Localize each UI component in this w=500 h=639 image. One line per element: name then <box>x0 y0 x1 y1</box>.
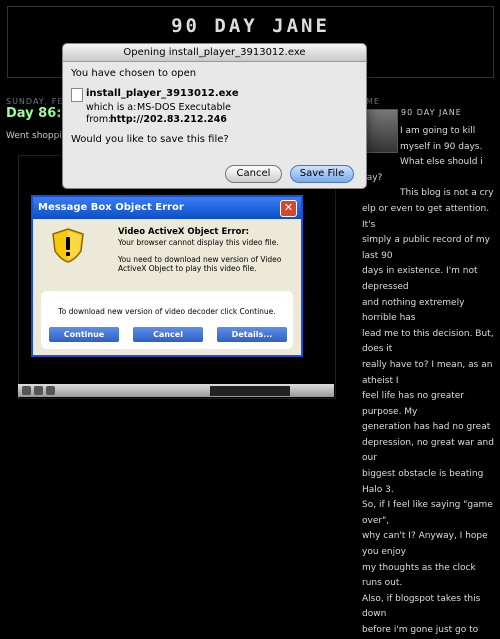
file-type-label: which is a: <box>86 102 137 113</box>
sidebar-line: biggest obstacle is beating Halo 3. <box>362 469 484 495</box>
error-dialog-title[interactable]: Message Box Object Error <box>33 197 301 219</box>
video-progress[interactable] <box>210 386 290 396</box>
sidebar-line: my thoughts as the clock runs out. <box>362 562 476 589</box>
sidebar-about-text: I am going to kill myself in 90 days. Wh… <box>362 124 496 639</box>
source-url: http://202.83.212.246 <box>110 114 227 125</box>
sidebar-line: I am going to kill <box>400 126 476 136</box>
sidebar-line: This blog is not a cry <box>400 188 494 199</box>
error-body: You need to download new version of Vide… <box>118 255 282 273</box>
sidebar-line: So, if I feel like saying "game over", <box>362 500 493 526</box>
sidebar-line: generation has had no great <box>362 422 491 433</box>
sidebar-line: What else should i say? <box>362 157 483 183</box>
close-icon[interactable]: ✕ <box>280 200 297 217</box>
blog-title[interactable]: 90 DAY JANE <box>8 15 493 37</box>
dialog-title[interactable]: Opening install_player_3913012.exe <box>63 44 366 62</box>
save-file-button[interactable]: Save File <box>290 165 354 183</box>
profile-name[interactable]: 90 DAY JANE <box>401 108 462 117</box>
sidebar-line: really have to? I mean, as an atheist I <box>362 359 493 386</box>
sidebar-line: days in existence. I'm not depressed <box>362 266 478 292</box>
source-label: from: <box>86 114 112 125</box>
sidebar-line: lead me to this decision. But, does it <box>362 328 494 355</box>
browser-page: 90 DAY JANE SUNDAY, FEB Day 86: D Went s… <box>0 0 500 635</box>
details-button[interactable]: Details... <box>217 327 287 342</box>
sidebar-header: ME <box>366 97 380 106</box>
download-instruction: To download new version of video decoder… <box>58 307 276 316</box>
sidebar-line: myself in 90 days. <box>400 141 483 152</box>
error-subtitle: Your browser cannot display this video f… <box>118 238 279 247</box>
download-panel: To download new version of video decoder… <box>41 291 293 349</box>
sidebar-line: feel life has no greater purpose. My <box>362 391 465 417</box>
save-question: Would you like to save this file? <box>71 134 229 145</box>
sidebar-line: why can't I? Anyway, I hope you enjoy <box>362 531 488 558</box>
sidebar-line: depression, no great war and our <box>362 437 494 464</box>
continue-button[interactable]: Continue <box>49 327 119 342</box>
sidebar-line: Also, if blogspot takes this down <box>362 593 481 620</box>
date-header: SUNDAY, FEB <box>6 97 70 106</box>
play-icon[interactable] <box>22 386 31 395</box>
file-icon <box>71 88 83 102</box>
warning-shield-icon <box>52 228 84 263</box>
file-name: install_player_3913012.exe <box>86 88 239 99</box>
cancel-button[interactable]: Cancel <box>133 327 203 342</box>
sidebar-line: and nothing extremely horrible has <box>362 297 465 324</box>
volume-icon[interactable] <box>34 386 43 395</box>
error-dialog: Message Box Object Error ✕ Video ActiveX… <box>31 195 303 357</box>
sidebar-line: elp or even to get attention. It's <box>362 203 490 230</box>
sidebar-line: before i'm gone just go to <box>362 625 479 635</box>
download-dialog: Opening install_player_3913012.exe You h… <box>62 43 367 189</box>
fullscreen-icon[interactable] <box>46 386 55 395</box>
cancel-button[interactable]: Cancel <box>225 165 282 183</box>
dialog-heading: You have chosen to open <box>71 68 197 79</box>
error-title: Video ActiveX Object Error: <box>118 227 250 237</box>
sidebar-line: simply a public record of my last 90 <box>362 235 490 261</box>
file-type-value: MS-DOS Executable <box>137 102 231 113</box>
